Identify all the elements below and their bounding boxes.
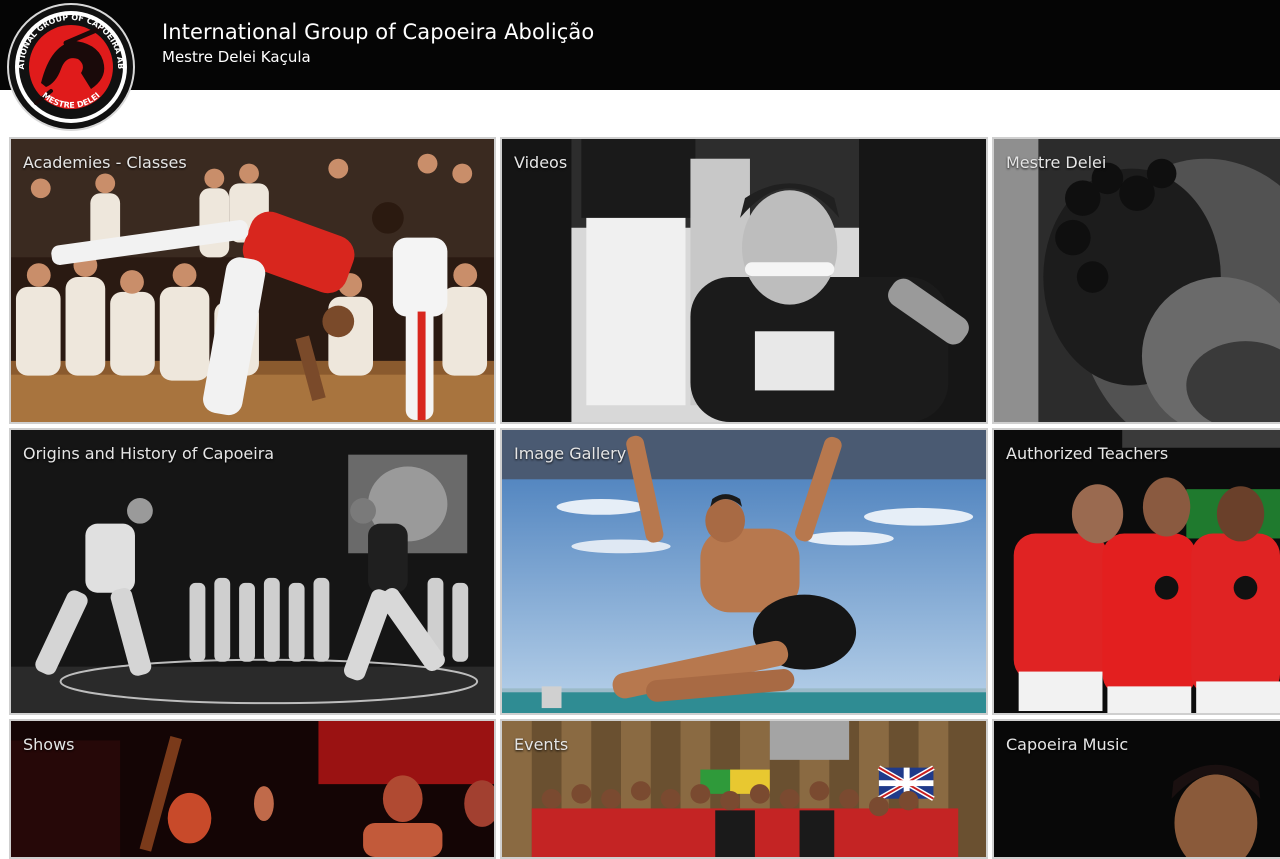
tile-origins-history[interactable]: Origins and History of Capoeira [9, 428, 496, 715]
events-photo [502, 721, 986, 857]
tile-label: Authorized Teachers [1006, 444, 1169, 463]
section-grid: Academies - Classes Videos Mestre Delei … [0, 0, 1280, 859]
tile-image-gallery[interactable]: Image Gallery [500, 428, 988, 715]
tile-label: Origins and History of Capoeira [23, 444, 275, 463]
tile-shows[interactable]: Shows [9, 719, 496, 859]
image-gallery-photo [502, 430, 986, 713]
mestre-delei-photo [994, 139, 1280, 422]
tile-label: Academies - Classes [23, 153, 187, 172]
tile-events[interactable]: Events [500, 719, 988, 859]
tile-videos[interactable]: Videos [500, 137, 988, 424]
tile-capoeira-music[interactable]: Capoeira Music [992, 719, 1280, 859]
authorized-teachers-photo [994, 430, 1280, 713]
shows-photo [11, 721, 494, 857]
tile-label: Events [514, 735, 569, 754]
videos-photo [502, 139, 986, 422]
academies-photo [11, 139, 494, 422]
tile-label: Videos [514, 153, 568, 172]
tile-label: Capoeira Music [1006, 735, 1129, 754]
tile-authorized-teachers[interactable]: Authorized Teachers [992, 428, 1280, 715]
tile-label: Image Gallery [514, 444, 627, 463]
origins-history-photo [11, 430, 494, 713]
tile-label: Mestre Delei [1006, 153, 1107, 172]
tile-academies-classes[interactable]: Academies - Classes [9, 137, 496, 424]
tile-label: Shows [23, 735, 75, 754]
group-logo[interactable]: INTERNATIONAL GROUP OF CAPOEIRA ABOLIÇÃO… [6, 3, 136, 131]
tile-mestre-delei[interactable]: Mestre Delei [992, 137, 1280, 424]
